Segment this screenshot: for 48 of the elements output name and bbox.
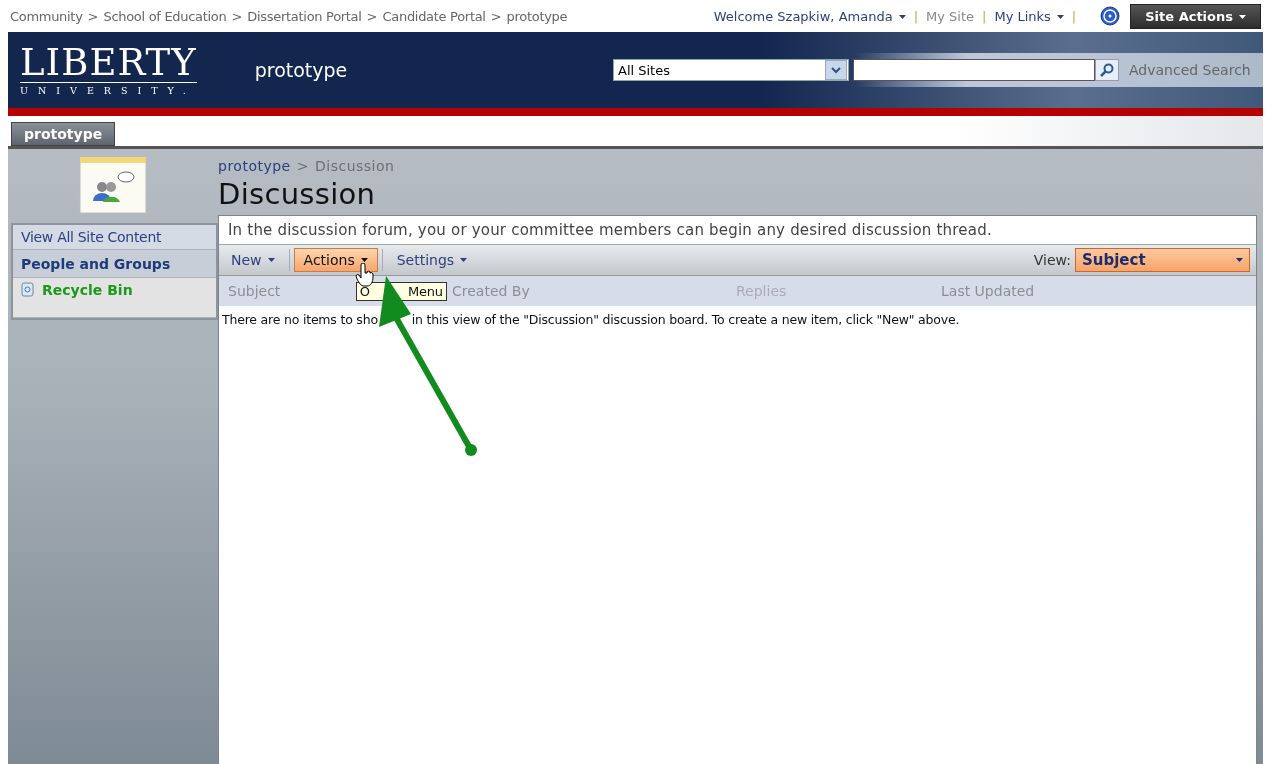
breadcrumb-separator: > bbox=[87, 8, 99, 24]
link-separator: | bbox=[1071, 8, 1077, 24]
help-icon[interactable] bbox=[1100, 6, 1121, 26]
caret-icon bbox=[1056, 15, 1064, 19]
caret-icon bbox=[460, 258, 468, 262]
caret-icon bbox=[267, 258, 275, 262]
caret-icon bbox=[898, 15, 906, 19]
search-icon bbox=[1100, 63, 1114, 77]
breadcrumb-separator: > bbox=[296, 158, 309, 174]
caret-icon bbox=[1236, 258, 1243, 262]
chevron-icon bbox=[831, 66, 841, 74]
page-title: Discussion bbox=[218, 177, 377, 211]
breadcrumb-link[interactable]: prototype bbox=[506, 8, 568, 24]
search-field[interactable] bbox=[853, 59, 1095, 81]
caret-icon bbox=[1239, 15, 1246, 19]
site-actions-button[interactable]: Site Actions bbox=[1130, 3, 1261, 29]
user-link[interactable]: Welcome Szapkiw, Amanda bbox=[713, 8, 906, 24]
view-dropdown[interactable]: Subject bbox=[1075, 248, 1250, 272]
breadcrumb-separator: > bbox=[231, 8, 243, 24]
site-title[interactable]: prototype bbox=[254, 59, 348, 81]
breadcrumb-link[interactable]: School of Education bbox=[103, 8, 227, 24]
toolbar-menu[interactable]: Actions bbox=[293, 248, 378, 272]
site-tab[interactable]: prototype bbox=[11, 122, 116, 146]
user-link[interactable]: My Links bbox=[994, 8, 1064, 24]
empty-message-text: in this view of the "Discussion" discussion board. To create a new item, click "New" above. bbox=[411, 312, 960, 327]
link-separator: | bbox=[982, 8, 987, 24]
breadcrumb-link[interactable]: Community bbox=[10, 8, 83, 24]
tooltip-text: Menu bbox=[407, 284, 443, 299]
empty-message-text: There are no items to sho bbox=[222, 312, 378, 327]
view-label: View: bbox=[1033, 252, 1071, 268]
search-button[interactable] bbox=[1095, 59, 1119, 81]
scope-dropdown[interactable]: All Sites bbox=[613, 59, 849, 81]
university-logo[interactable]: LIBERTY UNIVERSITY. bbox=[20, 44, 197, 96]
advanced-search-link[interactable]: Advanced Search bbox=[1129, 62, 1251, 78]
breadcrumb-link[interactable]: Dissertation Portal bbox=[247, 8, 362, 24]
hand-cursor-icon bbox=[355, 263, 377, 289]
user-link[interactable]: My Site bbox=[926, 8, 975, 24]
breadcrumb-separator: > bbox=[490, 8, 502, 24]
sidebar-item[interactable]: People and Groups bbox=[13, 250, 216, 278]
toolbar-menu[interactable]: New bbox=[221, 248, 285, 272]
breadcrumb-link[interactable]: Candidate Portal bbox=[382, 8, 486, 24]
recycle-bin-icon bbox=[21, 282, 34, 297]
link-separator: | bbox=[913, 8, 918, 24]
sidebar-item[interactable]: View All Site Content bbox=[13, 225, 216, 250]
toolbar-menu[interactable]: Settings bbox=[386, 248, 478, 272]
breadcrumb-separator: > bbox=[366, 8, 378, 24]
tooltip-text: O bbox=[359, 284, 370, 299]
page-breadcrumb-link[interactable]: prototype bbox=[218, 158, 291, 174]
